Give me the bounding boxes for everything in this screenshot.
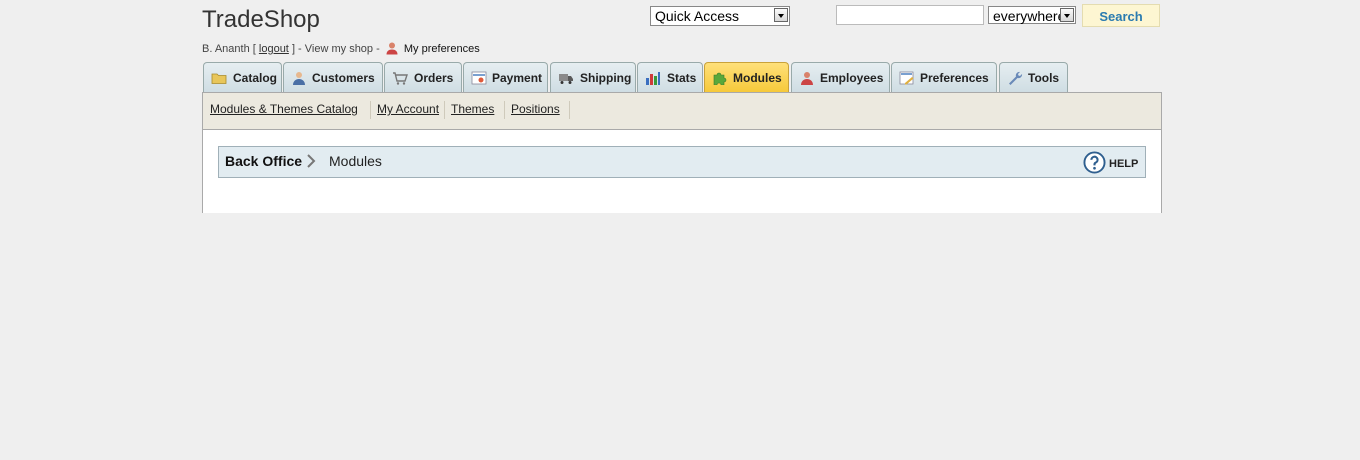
wrench-icon: [1009, 71, 1023, 85]
search-button[interactable]: Search: [1082, 4, 1160, 27]
payment-icon: [471, 71, 487, 85]
chevron-down-icon[interactable]: [1060, 8, 1074, 22]
search-scope-value: everywhere: [993, 8, 1066, 24]
bar-chart-icon: [646, 72, 660, 85]
header: TradeShop B. Ananth [ logout ] - View my…: [0, 0, 1360, 60]
tab-employees[interactable]: Employees: [791, 62, 890, 92]
tab-label: Catalog: [233, 71, 278, 85]
sub-navigation: Modules & Themes Catalog My Account Them…: [202, 92, 1162, 130]
logout-link[interactable]: logout: [259, 43, 289, 55]
search-input[interactable]: [836, 5, 984, 25]
breadcrumb-root[interactable]: Back Office: [225, 153, 302, 169]
user-line: B. Ananth [ logout ] - View my shop - My…: [202, 41, 480, 55]
tab-label: Payment: [492, 71, 543, 85]
tab-label: Stats: [667, 71, 697, 85]
cart-icon: [393, 72, 408, 85]
puzzle-icon: [713, 72, 727, 85]
view-shop-link[interactable]: ] - View my shop -: [292, 43, 380, 55]
subnav-divider: [370, 101, 371, 119]
tab-label: Modules: [733, 71, 782, 85]
help-icon: [1083, 151, 1106, 174]
truck-icon: [559, 74, 573, 84]
tab-label: Preferences: [920, 71, 989, 85]
tab-label: Shipping: [580, 71, 632, 85]
subnav-divider: [444, 101, 445, 119]
employee-icon: [801, 72, 813, 85]
chevron-down-icon[interactable]: [774, 8, 788, 22]
subnav-divider: [504, 101, 505, 119]
user-name: B. Ananth [: [202, 43, 256, 55]
tab-stats[interactable]: Stats: [637, 62, 703, 92]
subnav-modules-themes-catalog[interactable]: Modules & Themes Catalog: [210, 102, 358, 116]
tab-tools[interactable]: Tools: [999, 62, 1068, 92]
tab-modules[interactable]: Modules: [704, 62, 789, 92]
user-icon: [386, 42, 398, 55]
my-preferences-link[interactable]: My preferences: [404, 43, 480, 55]
subnav-positions[interactable]: Positions: [511, 102, 560, 116]
tab-label: Customers: [312, 71, 375, 85]
subnav-themes[interactable]: Themes: [451, 102, 494, 116]
customer-icon: [293, 72, 305, 85]
tab-payment[interactable]: Payment: [463, 62, 548, 92]
chevron-right-icon: [307, 154, 316, 168]
tab-catalog[interactable]: Catalog: [203, 62, 282, 92]
tab-preferences[interactable]: Preferences: [891, 62, 997, 92]
tab-label: Tools: [1028, 71, 1060, 85]
preferences-icon: [899, 71, 914, 85]
help-label: HELP: [1109, 158, 1139, 170]
tab-label: Orders: [414, 71, 454, 85]
tab-label: Employees: [820, 71, 884, 85]
folder-icon: [211, 73, 227, 84]
breadcrumb: Back Office Modules HELP: [218, 146, 1146, 178]
search-scope-select[interactable]: everywhere: [988, 6, 1076, 24]
breadcrumb-current: Modules: [329, 153, 382, 169]
quick-access-value: Quick Access: [655, 8, 740, 24]
subnav-divider: [569, 101, 570, 119]
tab-orders[interactable]: Orders: [384, 62, 462, 92]
help-button[interactable]: HELP: [1083, 151, 1139, 175]
subnav-my-account[interactable]: My Account: [377, 102, 439, 116]
shop-title: TradeShop: [202, 6, 320, 33]
tab-customers[interactable]: Customers: [283, 62, 383, 92]
tab-shipping[interactable]: Shipping: [550, 62, 636, 92]
quick-access-select[interactable]: Quick Access: [650, 6, 790, 26]
